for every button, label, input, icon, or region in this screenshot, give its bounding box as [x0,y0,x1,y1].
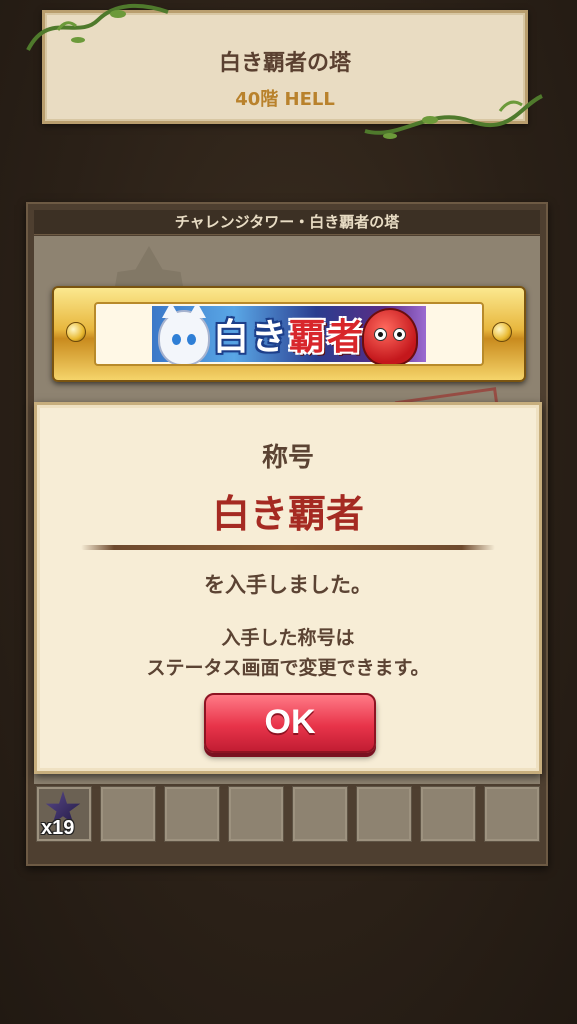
vine-decoration-top-left [26,3,169,51]
gem-icon [492,322,512,342]
reward-slot[interactable] [356,786,412,842]
title-banner: 白き覇者 [52,286,526,382]
banner-title: 白き覇者 [96,308,482,360]
red-monster-character-icon [362,308,418,364]
banner-text-red: 覇者 [289,317,366,358]
reward-slot[interactable] [420,786,476,842]
vine-decoration-bottom-right [364,94,543,139]
note-line-2: ステータス画面で変更できます。 [146,657,430,679]
ok-button[interactable]: OK [204,693,376,753]
banner-text-white: 白き [212,317,289,358]
reward-slot[interactable] [228,786,284,842]
reward-slot[interactable] [484,786,540,842]
title-obtained-dialog: 称号 白き覇者 を入手しました。 入手した称号は ステータス画面で変更できます。… [34,402,542,774]
obtained-message: を入手しました。 [204,573,372,597]
note-line-1: 入手した称号は [221,627,355,649]
item-count: x19 [41,817,75,839]
panel-title: チャレンジタワー・白き覇者の塔 [34,210,540,235]
reward-slot[interactable] [164,786,220,842]
gem-icon [66,322,86,342]
reward-slot[interactable]: x19 [36,786,92,842]
reward-slot[interactable] [292,786,348,842]
reward-slots: x19 [36,786,542,842]
reward-slot[interactable] [100,786,156,842]
dialog-label: 称号 [261,443,314,473]
banner-frame: 白き覇者 [94,302,484,366]
divider [81,545,495,550]
title-name: 白き覇者 [211,492,364,536]
